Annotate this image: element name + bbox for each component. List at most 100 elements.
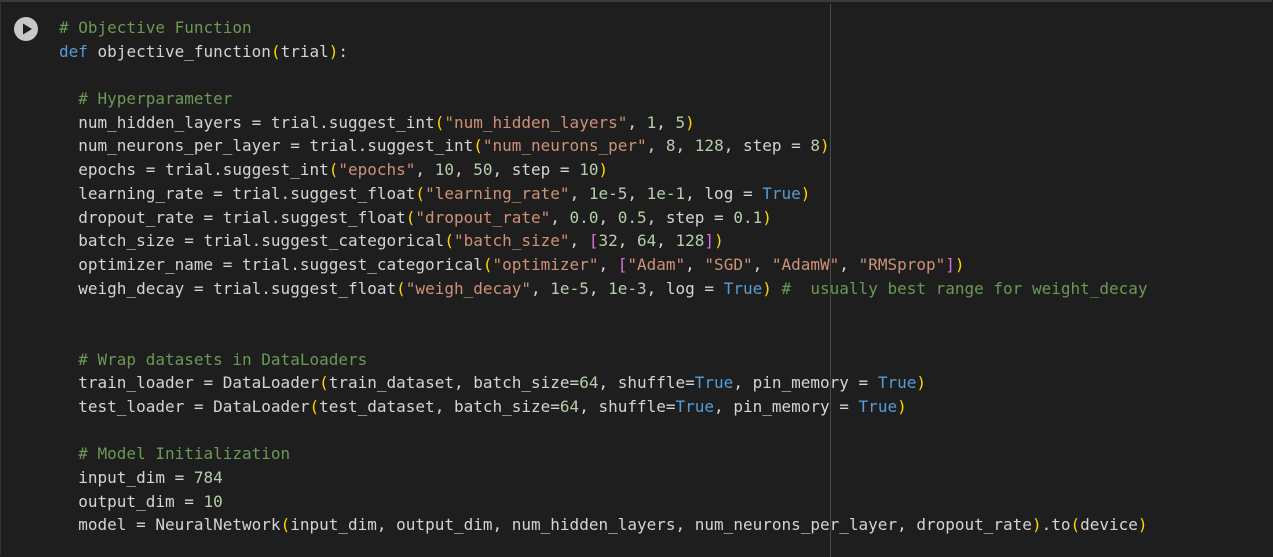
- code-token: 1e-5: [550, 278, 589, 298]
- code-token: (: [328, 160, 339, 180]
- code-token: ,: [752, 254, 772, 274]
- code-token: [: [588, 231, 599, 251]
- code-token: (: [280, 515, 291, 535]
- code-token: , log =: [646, 278, 724, 298]
- code-cell[interactable]: # Objective Function def objective_functi…: [0, 0, 1272, 557]
- code-token: (: [1070, 515, 1081, 535]
- code-token: 1e-5: [588, 183, 628, 203]
- code-line: batch_size = trial.suggest_categorical("…: [59, 229, 1148, 253]
- code-token: "optimizer": [492, 254, 599, 274]
- code-token: ): [762, 278, 772, 298]
- code-token: 0.0: [569, 207, 599, 227]
- code-token: weigh_decay = trial.suggest_float: [59, 278, 397, 298]
- code-token: 1e-1: [646, 183, 686, 203]
- code-token: 0.5: [617, 207, 647, 227]
- code-token: ,: [646, 136, 666, 156]
- code-token: model = NeuralNetwork: [59, 515, 281, 535]
- code-token: epochs = trial.suggest_int: [59, 160, 329, 180]
- code-line: weigh_decay = trial.suggest_float("weigh…: [59, 277, 1148, 301]
- code-token: 50: [473, 160, 493, 180]
- code-token: test_dataset, batch_size=: [319, 397, 560, 416]
- code-token: 64: [559, 397, 580, 416]
- code-token: ): [762, 207, 772, 227]
- code-token: "weigh_decay": [405, 278, 532, 298]
- code-line: train_loader = DataLoader(train_dataset,…: [59, 371, 1148, 395]
- code-token: (: [444, 231, 454, 251]
- code-token: "SGD": [704, 254, 753, 274]
- code-token: , step =: [492, 160, 580, 180]
- code-token: ): [954, 254, 965, 274]
- code-token: , log =: [685, 183, 763, 203]
- code-token: ,: [550, 207, 570, 227]
- code-token: True: [877, 373, 917, 393]
- code-token: , pin_memory =: [714, 397, 859, 416]
- code-token: dropout_rate = trial.suggest_float: [59, 207, 406, 227]
- code-token: ): [916, 373, 926, 393]
- code-token: True: [694, 373, 734, 393]
- code-token: ,: [656, 231, 676, 251]
- code-line: # Hyperparameter: [59, 87, 1148, 111]
- code-token: 8: [665, 136, 676, 156]
- code-token: optimizer_name = trial.suggest_categoric…: [59, 254, 483, 274]
- code-token: (: [434, 112, 445, 132]
- code-token: (: [473, 136, 483, 156]
- code-token: ): [685, 112, 695, 132]
- code-token: ,: [598, 254, 618, 274]
- code-token: [: [617, 254, 628, 274]
- code-line: model = NeuralNetwork(input_dim, output_…: [59, 513, 1148, 537]
- code-line: optimizer_name = trial.suggest_categoric…: [59, 253, 1148, 277]
- code-token: "AdamW": [771, 254, 840, 274]
- code-token: True: [858, 397, 898, 416]
- code-editor[interactable]: # Objective Function def objective_functi…: [59, 16, 1148, 537]
- code-line: input_dim = 784: [59, 466, 1148, 490]
- code-token: ]: [945, 254, 955, 274]
- code-token: ,: [588, 278, 609, 298]
- code-token: (: [415, 183, 426, 203]
- code-token: "num_hidden_layers": [444, 112, 628, 132]
- code-line: epochs = trial.suggest_int("epochs", 10,…: [59, 158, 1148, 182]
- code-token: def: [59, 41, 88, 61]
- code-token: True: [762, 183, 801, 203]
- code-token: ]: [704, 231, 715, 251]
- code-token: True: [723, 278, 763, 298]
- code-token: input_dim, output_dim, num_hidden_layers…: [290, 515, 1032, 535]
- code-token: train_loader = DataLoader: [59, 373, 320, 393]
- code-token: "Adam": [627, 254, 686, 274]
- code-token: # Objective Function: [59, 18, 252, 37]
- code-token: 32: [598, 231, 618, 251]
- play-icon: [23, 23, 32, 35]
- code-line: num_hidden_layers = trial.suggest_int("n…: [59, 111, 1148, 135]
- code-token: ,: [531, 278, 551, 298]
- code-token: 10: [203, 491, 223, 511]
- code-token: "epochs": [338, 160, 416, 180]
- code-token: ): [714, 231, 724, 251]
- code-token: test_loader = DataLoader: [59, 397, 310, 416]
- run-cell-button[interactable]: [14, 17, 38, 41]
- code-token: ): [1137, 515, 1148, 535]
- code-token: # Hyperparameter: [59, 89, 233, 109]
- code-token: # usually best range for weight_decay: [771, 278, 1148, 298]
- code-token: .to: [1041, 515, 1071, 535]
- code-token: output_dim =: [59, 491, 204, 511]
- code-token: batch_size = trial.suggest_categorical: [59, 231, 445, 251]
- code-line: learning_rate = trial.suggest_float("lea…: [59, 182, 1148, 206]
- code-token: (: [396, 278, 406, 298]
- code-line: output_dim = 10: [59, 490, 1148, 514]
- code-token: , step =: [646, 207, 734, 227]
- code-line: test_loader = DataLoader(test_dataset, b…: [59, 395, 1148, 419]
- code-token: ): [328, 41, 339, 61]
- code-token: ,: [569, 183, 589, 203]
- code-token: 10: [434, 160, 454, 180]
- code-token: "learning_rate": [425, 183, 570, 203]
- code-token: :: [338, 41, 349, 61]
- code-token: # Model Initialization: [59, 444, 291, 464]
- code-line: dropout_rate = trial.suggest_float("drop…: [59, 206, 1148, 230]
- code-token: 128: [694, 136, 724, 156]
- code-token: ,: [415, 160, 435, 180]
- code-token: objective_function: [87, 41, 271, 61]
- code-token: ): [820, 136, 830, 156]
